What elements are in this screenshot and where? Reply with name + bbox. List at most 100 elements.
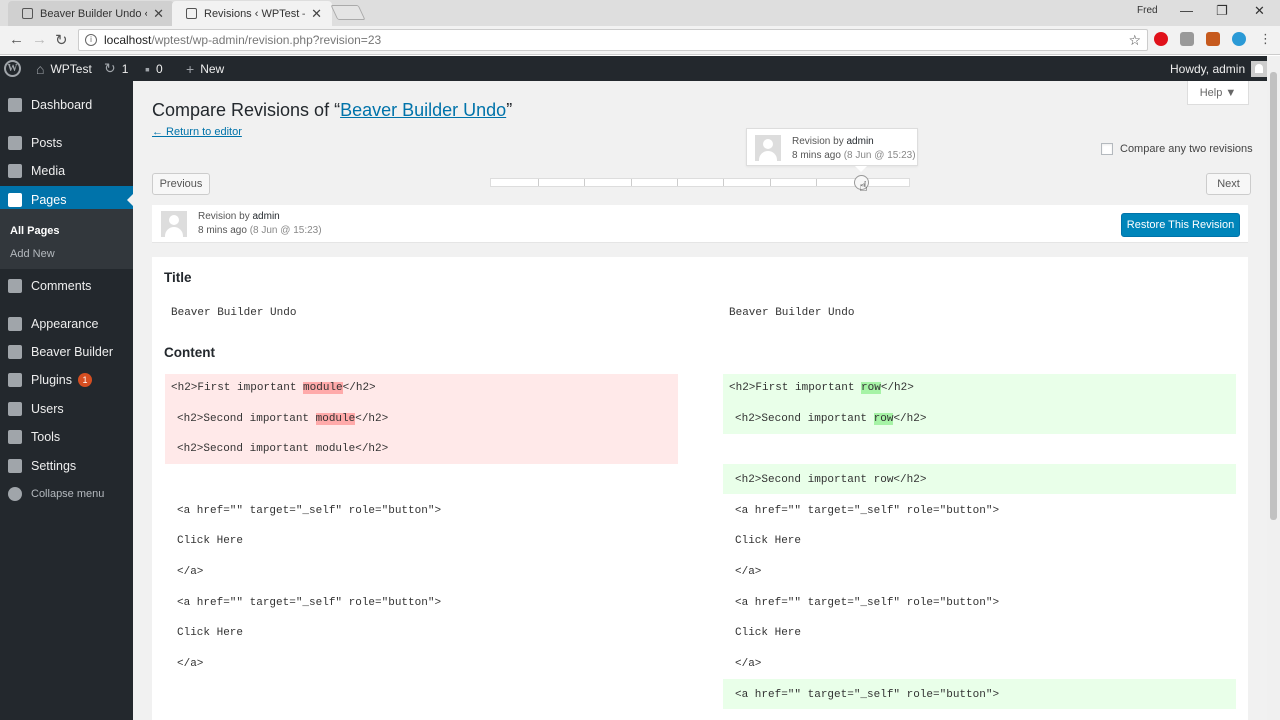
menu-plugins[interactable]: Plugins 1 — [0, 366, 133, 394]
maximize-icon[interactable]: ❐ — [1216, 3, 1228, 19]
diff-line-context: Click Here — [735, 627, 802, 639]
new-tab-button[interactable] — [330, 5, 366, 20]
diff-line-added: <h2>Second important row</h2> — [735, 474, 927, 486]
menu-beaver-builder[interactable]: Beaver Builder — [0, 338, 133, 366]
revision-author: admin — [846, 136, 874, 147]
extension-icon[interactable] — [1206, 32, 1220, 46]
comments-count: 0 — [155, 61, 163, 76]
diff-word-added: row — [873, 413, 894, 425]
restore-revision-button[interactable]: Restore This Revision — [1121, 213, 1240, 237]
site-name-menu[interactable]: ⌂ WPTest — [36, 56, 92, 81]
revision-meta-bar: Revision by admin 8 mins ago (8 Jun @ 15… — [152, 205, 1248, 243]
reload-icon[interactable]: ↻ — [55, 31, 68, 49]
submenu-all-pages[interactable]: All Pages — [10, 225, 60, 237]
menu-posts[interactable]: Posts — [0, 129, 133, 157]
diff-line-added: <a href="" target="_self" role="button"> — [735, 689, 1000, 701]
forward-icon[interactable]: → — [32, 31, 47, 48]
compare-two-checkbox[interactable] — [1101, 143, 1113, 155]
site-name: WPTest — [50, 61, 92, 76]
page-title: Compare Revisions of “Beaver Builder Und… — [152, 100, 512, 121]
browser-tab-2[interactable]: Revisions ‹ WPTest — Wo ✕ — [172, 1, 332, 26]
title-old-value: Beaver Builder Undo — [171, 307, 297, 319]
menu-tools[interactable]: Tools — [0, 423, 133, 451]
admin-sidebar: Dashboard Posts Media Pages All Pages Ad… — [0, 81, 133, 720]
users-icon — [8, 402, 22, 416]
url-path: /wptest/wp-admin/revision.php?revision=2… — [151, 33, 382, 47]
menu-label: Pages — [31, 193, 67, 207]
avatar — [161, 211, 187, 237]
mouse-cursor-icon: ☝ — [859, 178, 868, 194]
shield-extension-icon[interactable] — [1232, 32, 1246, 46]
diff-line-context: </a> — [177, 658, 204, 670]
info-icon[interactable]: i — [85, 34, 97, 46]
back-icon[interactable]: ← — [9, 31, 24, 48]
post-title-link[interactable]: Beaver Builder Undo — [340, 100, 506, 120]
menu-label: Settings — [31, 459, 77, 473]
close-icon[interactable]: ✕ — [153, 6, 164, 22]
dashboard-icon — [8, 98, 22, 112]
new-content-menu[interactable]: + New — [186, 56, 224, 81]
revision-author: admin — [252, 211, 280, 222]
media-icon — [8, 164, 22, 178]
diff-text: <h2>First important — [171, 382, 304, 394]
comment-icon: ▪ — [145, 60, 150, 77]
comments-icon — [8, 279, 22, 293]
menu-label: Collapse menu — [31, 488, 105, 500]
updates-menu[interactable]: ↻ 1 — [104, 56, 128, 81]
revision-time-line: 8 mins ago (8 Jun @ 15:23) — [198, 225, 322, 236]
camera-extension-icon[interactable] — [1180, 32, 1194, 46]
close-icon[interactable]: ✕ — [311, 6, 322, 22]
menu-comments[interactable]: Comments — [0, 272, 133, 300]
next-button[interactable]: Next — [1206, 173, 1251, 195]
bookmark-star-icon[interactable]: ☆ — [1128, 32, 1141, 49]
diff-text: </h2> — [355, 413, 389, 425]
menu-label: Users — [31, 402, 64, 416]
previous-button[interactable]: Previous — [152, 173, 210, 195]
diff-line-context: Click Here — [177, 627, 244, 639]
slider-tick — [538, 179, 539, 186]
menu-media[interactable]: Media — [0, 157, 133, 185]
diff-text: </h2> — [880, 382, 914, 394]
diff-line-added: <h2>Second important row</h2> — [735, 413, 926, 425]
return-to-editor-link[interactable]: ← Return to editor — [152, 126, 242, 138]
tools-icon — [8, 430, 22, 444]
revision-by-label: Revision by — [198, 211, 250, 222]
page-scrollbar[interactable] — [1267, 56, 1280, 720]
revision-slider[interactable] — [490, 175, 910, 190]
updates-count: 1 — [121, 61, 129, 76]
collapse-menu-button[interactable]: Collapse menu — [0, 480, 133, 508]
menu-label: Media — [31, 164, 66, 178]
account-menu[interactable]: Howdy, admin — [1170, 56, 1268, 81]
comments-menu[interactable]: ▪ 0 — [145, 56, 163, 81]
submenu-add-new[interactable]: Add New — [10, 248, 55, 260]
diff-line-context: </a> — [735, 566, 762, 578]
revision-time: 8 mins ago — [198, 225, 247, 236]
slider-tick — [770, 179, 771, 186]
help-tab-button[interactable]: Help ▼ — [1187, 81, 1249, 105]
diff-line-deleted: <h2>Second important module</h2> — [177, 443, 389, 455]
posts-icon — [8, 136, 22, 150]
scrollbar-thumb[interactable] — [1270, 72, 1277, 520]
menu-icon[interactable]: ⋮ — [1259, 31, 1272, 47]
menu-users[interactable]: Users — [0, 395, 133, 423]
content-section-heading: Content — [164, 345, 215, 360]
diff-line-context: <a href="" target="_self" role="button"> — [177, 505, 442, 517]
slider-tick — [816, 179, 817, 186]
menu-dashboard[interactable]: Dashboard — [0, 91, 133, 119]
howdy-label: Howdy, admin — [1170, 61, 1246, 76]
close-window-icon[interactable]: ✕ — [1254, 3, 1265, 19]
minimize-icon[interactable]: — — [1180, 3, 1193, 18]
menu-settings[interactable]: Settings — [0, 452, 133, 480]
compare-two-toggle[interactable]: Compare any two revisions — [1101, 143, 1253, 155]
revision-author-line: Revision by admin — [198, 211, 280, 222]
opera-extension-icon[interactable] — [1154, 32, 1168, 46]
url-input[interactable]: i localhost/wptest/wp-admin/revision.php… — [78, 29, 1148, 51]
menu-appearance[interactable]: Appearance — [0, 310, 133, 338]
profile-name[interactable]: Fred — [1137, 5, 1158, 16]
diff-line-deleted: <h2>Second important module</h2> — [177, 413, 388, 425]
browser-tab-1[interactable]: Beaver Builder Undo ‹ W ✕ — [8, 1, 174, 26]
wp-logo-menu[interactable]: W — [4, 56, 26, 81]
wp-admin-bar: W ⌂ WPTest ↻ 1 ▪ 0 + New Howdy, admin — [0, 56, 1280, 81]
diff-text: <h2>Second important — [177, 413, 316, 425]
main-content: Help ▼ Compare Revisions of “Beaver Buil… — [133, 81, 1267, 720]
